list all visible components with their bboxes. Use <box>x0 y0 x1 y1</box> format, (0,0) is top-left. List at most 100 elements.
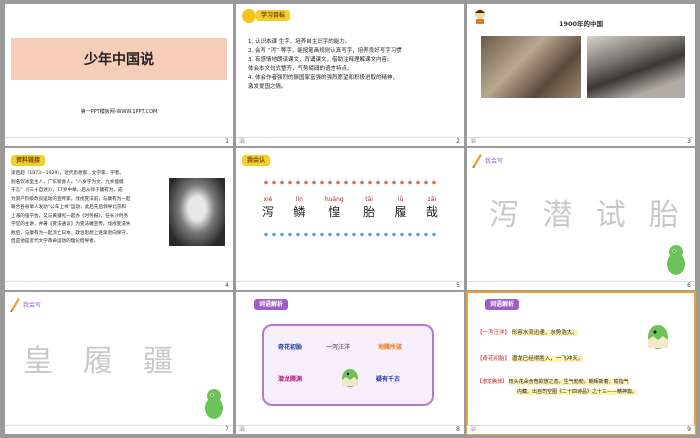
footer-mark: 治 <box>239 138 246 145</box>
slide-number: 6 <box>687 282 691 289</box>
slide-number: 9 <box>687 426 691 433</box>
def-term: 【潜龙腾渊】 <box>477 379 508 385</box>
slide-number: 7 <box>225 426 229 433</box>
writing-char: 疆 <box>143 344 173 379</box>
slide-heading: 词语解析 <box>485 299 520 310</box>
dinosaur-egg-icon <box>645 322 671 354</box>
slide-heading: 词语解析 <box>254 299 289 310</box>
term-item: 疑有千古 <box>376 376 401 383</box>
slide-6[interactable]: 我会写 泻 潜 试 胎 6 <box>467 148 695 290</box>
pinyin: lín <box>295 196 303 203</box>
slide-3[interactable]: 1900年的中国 治 3 <box>467 4 695 146</box>
hanzi: 鳞 <box>293 205 306 219</box>
slide-heading: 我会写 <box>23 302 42 309</box>
objective-item: 3. 有感情地朗读课文，背诵课文，借助注释理解课文内容; <box>248 57 389 63</box>
bio-line: 学堂的主讲，并著《变法通议》为变法做宣传。戊戌变法失 <box>11 222 131 227</box>
portrait-photo <box>169 178 225 246</box>
writing-char: 泻 <box>489 198 519 233</box>
pencil-icon <box>471 152 483 168</box>
terms-panel: 奇花初胎 一泻汪洋 地腾所骇 潜龙腾渊 疑有千古 <box>262 324 434 406</box>
word-item: tāi 胎 <box>363 196 375 220</box>
title-band: 少年中国说 <box>11 38 227 80</box>
hanzi: 胎 <box>363 205 376 219</box>
historic-photo-right <box>587 36 685 98</box>
term-item: 潜龙腾渊 <box>278 376 303 383</box>
term-item: 地腾所骇 <box>378 344 403 351</box>
slide-number: 8 <box>456 426 460 433</box>
dinosaur-egg-icon <box>340 366 360 392</box>
slide-footer: 治 2 <box>236 137 464 146</box>
slide-number: 3 <box>687 138 691 145</box>
definition-row: 【潜龙腾渊】 枝头花朵含苞欲放之态，生气勃勃，朝晖新着，喻指气 <box>477 378 687 385</box>
term-item: 一泻汪洋 <box>326 344 351 351</box>
bio-line: 败后，与康有为一起流亡日本，政治思想上逐渐退向保守， <box>11 230 131 236</box>
dots-row-bottom <box>262 232 438 237</box>
pinyin: xiè <box>263 196 273 203</box>
dinosaur-icon <box>663 244 689 280</box>
pinyin: zāi <box>427 196 437 203</box>
slide-number: 2 <box>456 138 460 145</box>
definition-row: 内藏。出自司空图《二十四诗品》之十三——精神篇。 <box>517 388 638 395</box>
hanzi: 哉 <box>425 205 438 219</box>
slide-heading: 学习目标 <box>256 10 291 21</box>
slide-5[interactable]: 我会认 xiè 泻 lín 鳞 huáng 惶 tāi 胎 lǚ 履 zāi 哉… <box>236 148 464 290</box>
writing-char: 皇 <box>23 344 53 379</box>
slide-footer: 4 <box>5 281 233 290</box>
word-item: huáng 惶 <box>325 196 344 220</box>
bio-line: 联合各省举人发动“公车上书”运动，此后先后领导北京和 <box>11 205 127 210</box>
def-term: 【一泻汪洋】 <box>477 330 511 336</box>
def-text: 潜龙已经得胜入，一飞冲天。 <box>511 356 584 362</box>
slide-heading: 我会写 <box>485 158 504 165</box>
word-item: lín 鳞 <box>293 196 305 220</box>
writing-char: 试 <box>595 198 626 233</box>
slide-footer: 6 <box>467 281 695 290</box>
objective-item: 1. 认识本课 生字，培养自主识字的能力。 <box>248 39 351 45</box>
footer-mark: 治 <box>470 138 477 145</box>
objective-item: 4. 体会作者强烈的振国家富强的强烈愿望和积极进取的精神， <box>248 75 398 81</box>
writing-char: 潜 <box>542 198 573 233</box>
slide-2[interactable]: 学习目标 1. 认识本课 生字，培养自主识字的能力。 2. 会写 “泻” 等字，… <box>236 4 464 146</box>
slide-subtitle: 第一PPT模板网-WWW.1PPT.COM <box>80 109 158 115</box>
writing-char: 胎 <box>648 198 679 233</box>
slide-1[interactable]: 少年中国说 第一PPT模板网-WWW.1PPT.COM 1 <box>5 4 233 146</box>
slide-footer: 1 <box>5 137 233 146</box>
slide-number: 1 <box>225 138 229 145</box>
dots-row-top <box>262 180 438 185</box>
bio-line: 别名饮冰室主人，广东新会人。“八岁学为文，九岁能缀 <box>11 179 124 185</box>
slide-title: 少年中国说 <box>84 52 154 68</box>
objective-item: 体会本文句式整齐，气势磅礴的语言特点。 <box>248 66 353 72</box>
slide-footer: 7 <box>5 425 233 434</box>
writing-char: 履 <box>83 344 113 379</box>
term-item: 奇花初胎 <box>278 344 303 351</box>
def-text: 内藏。出自司空图《二十四诗品》之十三——精神篇。 <box>517 389 638 395</box>
def-text: 形容水流迅速，水势浩大。 <box>511 330 578 336</box>
bio-line: 梁启超（1873—1929），近代思想家、文学家、学者。 <box>11 171 124 176</box>
slide-footer: 治 9 <box>467 425 695 434</box>
slide-footer: 治 8 <box>236 425 464 434</box>
historic-photo-left <box>481 36 581 98</box>
pencil-icon <box>9 296 21 312</box>
slide-footer: 治 3 <box>467 137 695 146</box>
word-item: lǚ 履 <box>395 196 407 220</box>
dinosaur-icon <box>201 388 227 424</box>
bio-line: 但是他是近代文学革命运动的理论倡导者。 <box>11 239 99 244</box>
slide-number: 5 <box>456 282 460 289</box>
bio-line: 上海的强学会，又与黄遵宪一起办《时务报》，任长沙时务 <box>11 213 129 219</box>
objective-item: 激发爱国之情。 <box>248 84 287 90</box>
slide-7[interactable]: 我会写 皇 履 疆 7 <box>5 292 233 434</box>
slide-4[interactable]: 资料链接 梁启超（1873—1929），近代思想家、文学家、学者。 别名饮冰室主… <box>5 148 233 290</box>
hanzi: 履 <box>394 205 407 219</box>
slide-heading: 我会认 <box>242 155 271 166</box>
slide-9[interactable]: 词语解析 【一泻汪洋】 形容水流迅速，水势浩大。 【奇花初胎】 潜龙已经得胜入，… <box>466 291 696 435</box>
pinyin: lǚ <box>397 196 404 203</box>
objective-item: 2. 会写 “泻” 等字，能按笔画规则认真写字，培养良好写字习惯 <box>248 48 402 54</box>
slide-8[interactable]: 词语解析 奇花初胎 一泻汪洋 地腾所骇 潜龙腾渊 疑有千古 治 8 <box>236 292 464 434</box>
bio-line: 为资产阶级改良运动的宣传家。戊戌变法前，与康有为一起 <box>11 196 131 202</box>
def-term: 【奇花初胎】 <box>477 356 511 362</box>
hanzi: 泻 <box>262 205 275 219</box>
word-item: zāi 哉 <box>426 196 438 220</box>
pinyin: tāi <box>365 196 373 203</box>
footer-mark: 治 <box>470 426 477 433</box>
sun-icon <box>242 9 256 23</box>
definition-row: 【一泻汪洋】 形容水流迅速，水势浩大。 <box>477 328 578 336</box>
